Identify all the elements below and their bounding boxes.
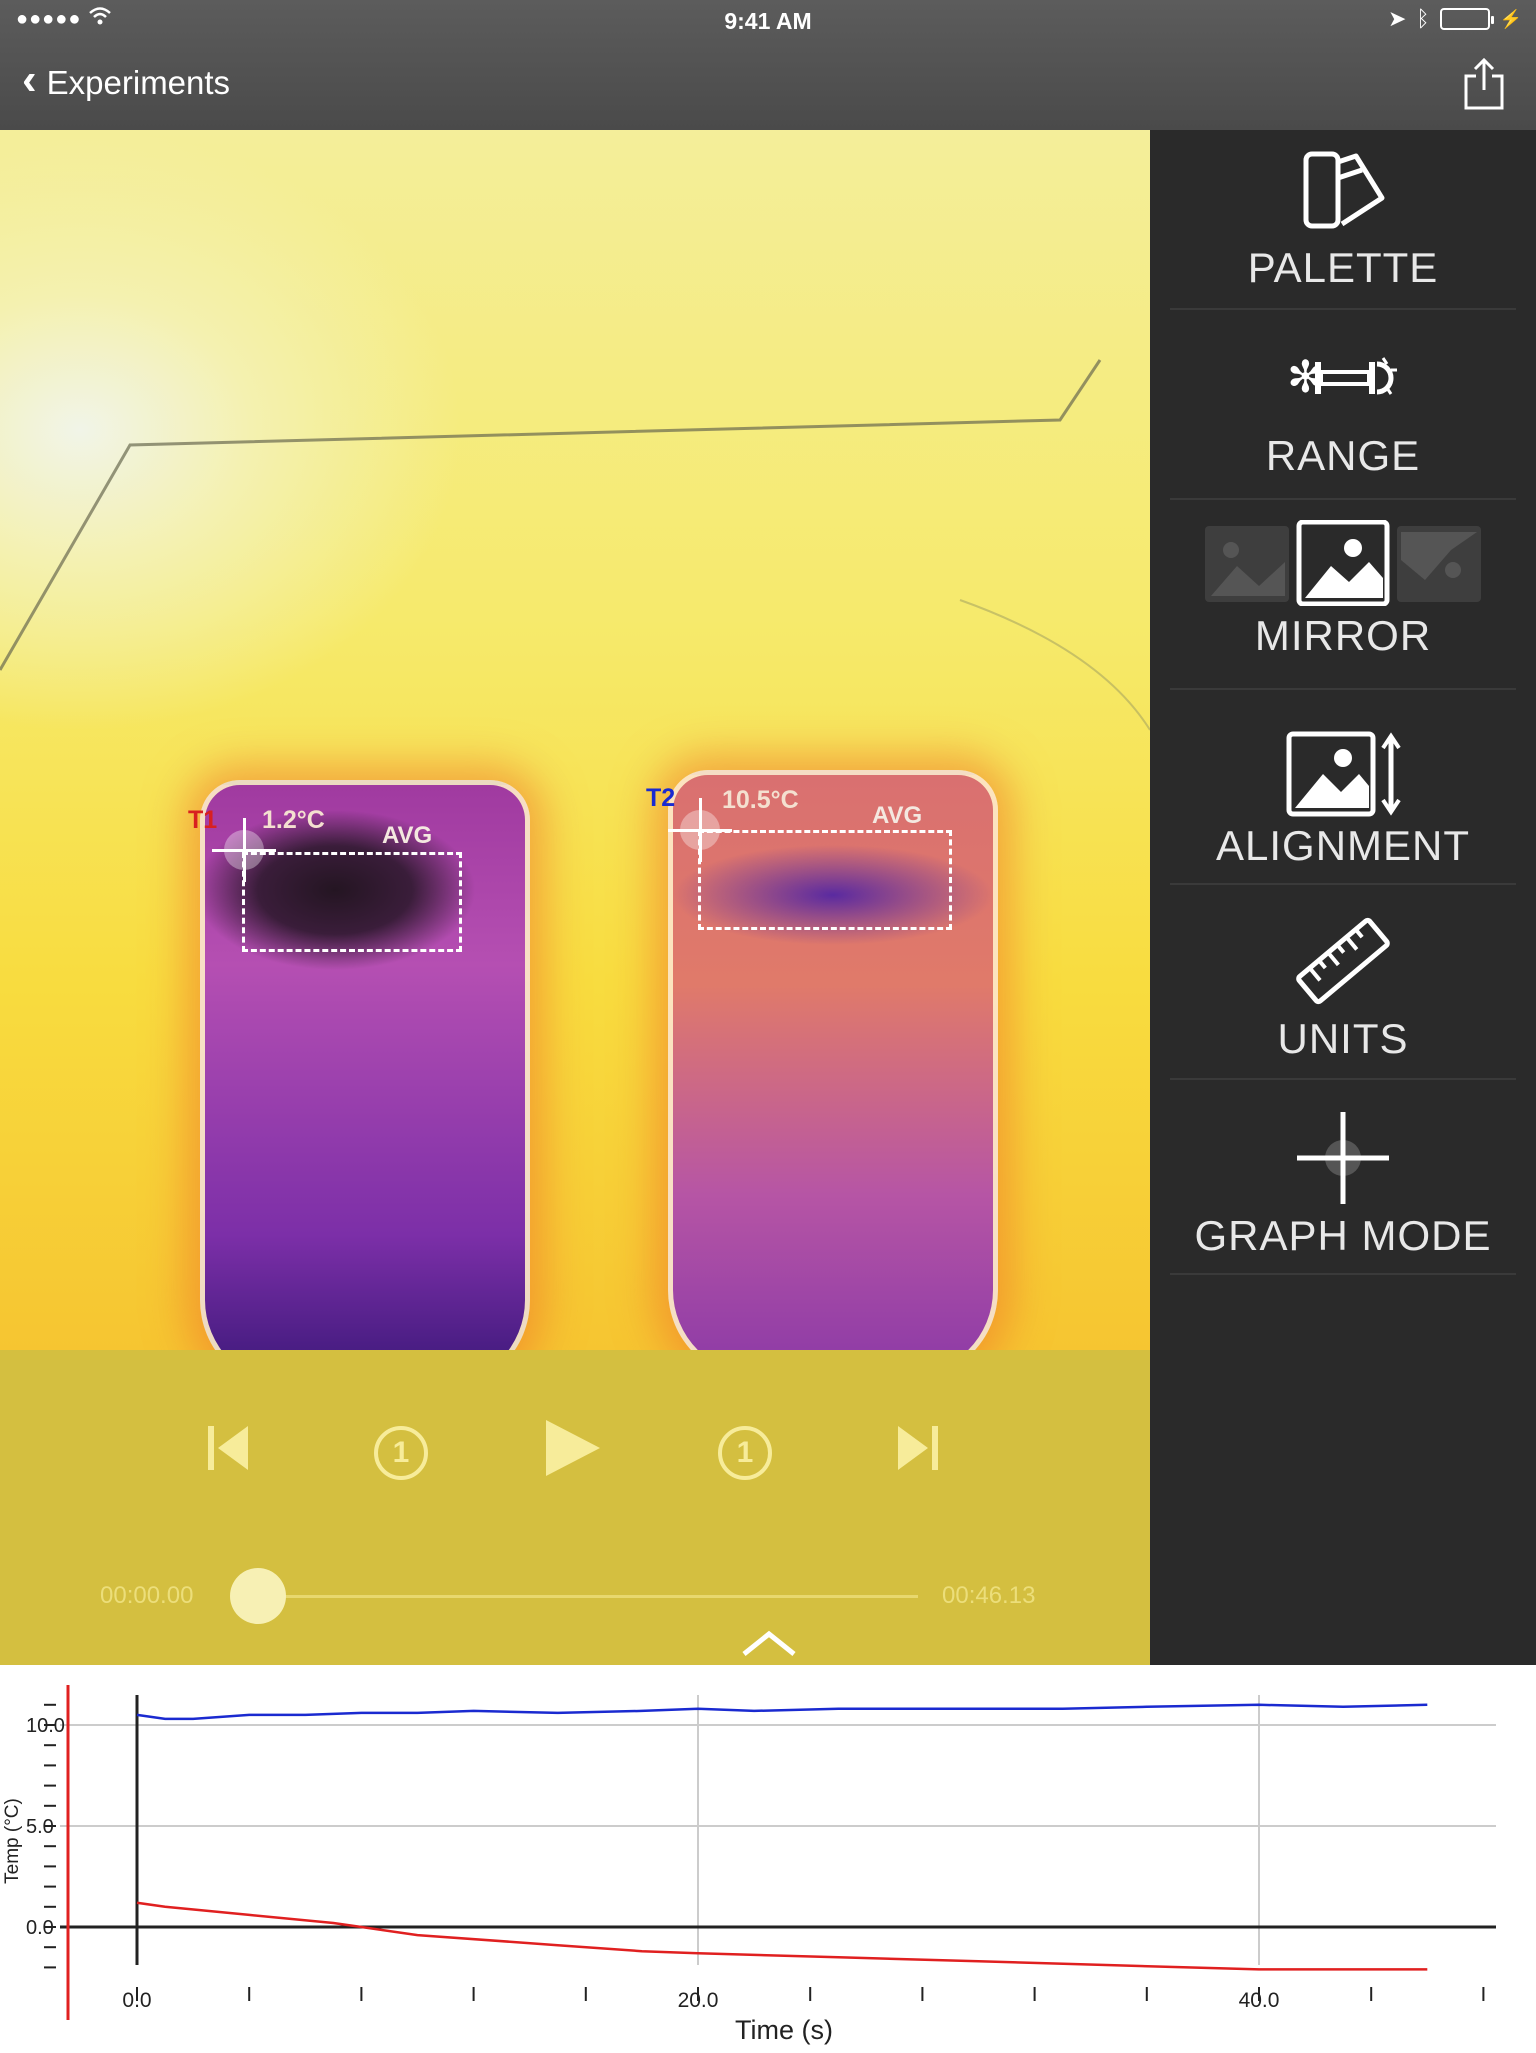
probe-t1-avg-region[interactable] — [242, 852, 462, 952]
status-right: ➤ ᛒ ⚡ — [1388, 6, 1522, 32]
share-icon[interactable] — [1462, 56, 1506, 112]
status-time: 9:41 AM — [724, 8, 812, 34]
x-tick-label: 20.0 — [678, 1989, 719, 2012]
graph-mode-button[interactable]: GRAPH MODE — [1170, 1100, 1516, 1275]
y-tick-label: 10.0 — [26, 1715, 65, 1737]
x-tick-label: 0.0 — [122, 1989, 151, 2012]
chart-labels: 0.0 20.0 40.0 10.0 5.0 0.0 Time (s) Temp (°C) — [2, 1715, 1279, 2045]
series-line-t1 — [136, 1901, 1428, 1971]
temperature-graph[interactable]: 0.0 20.0 40.0 10.0 5.0 0.0 Time (s) Temp (°C) — [0, 1665, 1536, 2048]
alignment-button[interactable]: ALIGNMENT — [1170, 710, 1516, 885]
status-bar: ●●●●● 9:41 AM ➤ ᛒ ⚡ — [0, 0, 1536, 40]
units-button[interactable]: UNITS — [1170, 905, 1516, 1080]
mirror-button[interactable]: MIRROR — [1170, 520, 1516, 690]
palette-icon — [1303, 151, 1385, 229]
range-button[interactable]: ✻ RANGE — [1170, 330, 1516, 500]
bluetooth-icon: ᛒ — [1416, 6, 1430, 31]
back-button[interactable]: ‹ Experiments — [22, 58, 231, 102]
table-edge-line — [0, 359, 1150, 731]
temperature-chart: 0.0 20.0 40.0 10.0 5.0 0.0 Time (s) Temp (°C) — [2, 1685, 1496, 2045]
thermal-image-view[interactable]: T1 1.2°C AVG T2 10.5°C AVG — [0, 130, 1150, 1350]
top-bar: ●●●●● 9:41 AM ➤ ᛒ ⚡ ‹ Experiments — [0, 0, 1536, 130]
play-icon — [546, 1420, 600, 1476]
probe-t2-avg-label: AVG — [872, 802, 923, 829]
rewind-one-icon: 1 — [392, 1436, 410, 1469]
chart-grid — [60, 1695, 1496, 1965]
probe-t1-temp: 1.2°C — [262, 806, 325, 834]
palette-label: PALETTE — [1247, 244, 1439, 291]
skip-start-icon — [208, 1426, 248, 1470]
graph-mode-label: GRAPH MODE — [1194, 1212, 1492, 1259]
probe-t1-avg-label: AVG — [382, 822, 433, 849]
location-icon: ➤ — [1387, 6, 1407, 31]
range-label: RANGE — [1265, 432, 1421, 479]
ruler-icon — [1296, 917, 1390, 1005]
end-time-label: 00:46.13 — [942, 1582, 1036, 1609]
skip-end-icon — [898, 1426, 938, 1470]
forward-one-button[interactable]: 1 — [718, 1426, 772, 1480]
battery-icon — [1439, 8, 1494, 30]
scrubber-thumb[interactable] — [230, 1568, 286, 1624]
series-line-t2 — [136, 1703, 1428, 1721]
chevron-left-icon: ‹ — [22, 55, 37, 104]
probe-t2-temp: 10.5°C — [722, 786, 799, 814]
palette-button[interactable]: PALETTE — [1170, 150, 1516, 310]
playback-controls: 1 1 00:00.00 00:46.13 — [0, 1350, 1150, 1665]
back-label: Experiments — [46, 64, 231, 101]
y-tick-label: 5.0 — [26, 1816, 54, 1838]
play-button[interactable] — [540, 1416, 604, 1493]
skip-to-end-button[interactable] — [896, 1422, 940, 1487]
units-label: UNITS — [1277, 1015, 1409, 1062]
skip-to-start-button[interactable] — [206, 1422, 250, 1487]
current-time-label: 00:00.00 — [100, 1582, 194, 1609]
tools-sidebar: PALETTE ✻ RANGE MIRROR ALIGNMENT UNITS G… — [1150, 130, 1536, 1665]
y-axis-title: Temp (°C) — [2, 1798, 23, 1884]
y-tick-label: 0.0 — [26, 1917, 54, 1939]
mirror-icon — [1205, 520, 1481, 606]
crosshair-icon — [1297, 1112, 1389, 1204]
forward-one-icon: 1 — [736, 1436, 754, 1469]
mirror-label: MIRROR — [1254, 612, 1432, 659]
alignment-icon — [1286, 731, 1401, 817]
rewind-one-button[interactable]: 1 — [374, 1426, 428, 1480]
chart-series — [136, 1703, 1428, 1971]
range-icon: ✻ — [1287, 352, 1397, 403]
charging-icon: ⚡ — [1499, 8, 1522, 29]
scrubber-track[interactable] — [258, 1595, 918, 1598]
probe-t2-avg-region[interactable] — [698, 830, 952, 930]
x-axis-title: Time (s) — [735, 2015, 833, 2045]
x-tick-label: 40.0 — [1239, 1989, 1280, 2012]
alignment-label: ALIGNMENT — [1215, 822, 1471, 869]
